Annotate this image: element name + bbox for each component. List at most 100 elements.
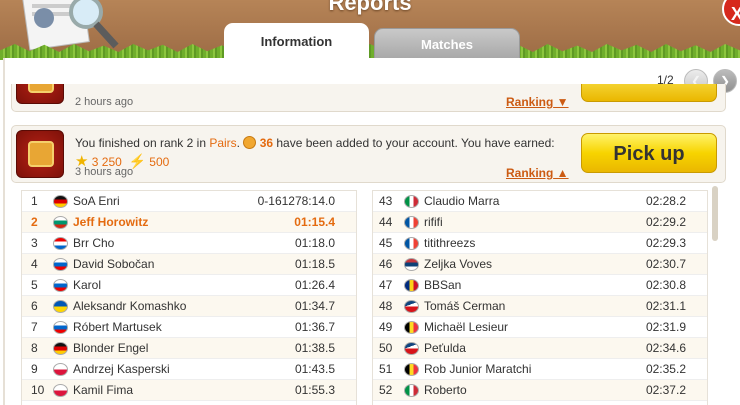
rank-number: 6	[31, 299, 38, 313]
country-flag-icon	[53, 300, 68, 313]
player-score: 02:37.2	[645, 383, 686, 397]
country-flag-icon	[404, 216, 419, 229]
rank-number: 52	[379, 383, 393, 397]
table-row[interactable]: 2 Jeff Horowitz 01:15.4	[22, 212, 356, 233]
country-flag-icon	[53, 258, 68, 271]
table-row[interactable]: 48 Tomáš Cerman 02:31.1	[373, 296, 707, 317]
country-flag-icon	[53, 216, 68, 229]
table-row[interactable]: 52 Roberto 02:37.2	[373, 380, 707, 401]
rank-number: 5	[31, 278, 38, 292]
player-name: Brr Cho	[73, 236, 115, 250]
country-flag-icon	[53, 279, 68, 292]
pick-up-button[interactable]: Pick up	[581, 133, 717, 173]
country-flag-icon	[53, 342, 68, 355]
player-name: Kamil Fima	[73, 383, 134, 397]
player-score: 02:30.7	[645, 257, 686, 271]
player-name: Tomáš Cerman	[424, 299, 506, 313]
country-flag-icon	[53, 384, 68, 397]
player-name: Andrzej Kasperski	[73, 362, 170, 376]
player-name: Jeff Horowitz	[73, 215, 149, 229]
report-message: You finished on rank 2 in Pairs. 36 have…	[75, 136, 555, 150]
player-name: Claudio Marra	[424, 194, 500, 208]
rank-number: 48	[379, 299, 393, 313]
player-score: 02:29.2	[645, 215, 686, 229]
player-score: 02:31.1	[645, 299, 686, 313]
rank-number: 49	[379, 320, 393, 334]
player-score: 02:30.8	[645, 278, 686, 292]
rank-number: 7	[31, 320, 38, 334]
player-score: 01:36.7	[294, 320, 335, 334]
player-name: David Sobočan	[73, 257, 155, 271]
pick-up-button-previous[interactable]	[581, 84, 717, 102]
player-name: Róbert Martusek	[73, 320, 162, 334]
player-score: 01:18.5	[294, 257, 335, 271]
rank-number: 9	[31, 362, 38, 376]
country-flag-icon	[404, 237, 419, 250]
player-name: Michaël Lesieur	[424, 320, 509, 334]
report-card-current: You finished on rank 2 in Pairs. 36 have…	[11, 125, 726, 183]
table-row[interactable]: 45 titithreezs 02:29.3	[373, 233, 707, 254]
ranking-toggle[interactable]: Ranking ▼	[506, 95, 569, 109]
player-score: 02:29.3	[645, 236, 686, 250]
table-row[interactable]: 7 Róbert Martusek 01:36.7	[22, 317, 356, 338]
table-row[interactable]: 43 Claudio Marra 02:28.2	[373, 191, 707, 212]
ranking-table-left: 1 SoA Enri 0-161278:14.0 2 Jeff Horowitz 01:1…	[21, 190, 357, 405]
player-score: 02:28.2	[645, 194, 686, 208]
report-time: 3 hours ago	[75, 166, 134, 178]
country-flag-icon	[404, 300, 419, 313]
rank-number: 4	[31, 257, 38, 271]
player-name: Roberto	[424, 383, 467, 397]
coin-icon	[243, 136, 257, 149]
player-score: 01:18.0	[294, 236, 335, 250]
player-score: 01:15.4	[294, 215, 335, 229]
player-score: 01:34.7	[294, 299, 335, 313]
player-score: 01:26.4	[294, 278, 335, 292]
table-row[interactable]: 1 SoA Enri 0-161278:14.0	[22, 191, 356, 212]
country-flag-icon	[404, 363, 419, 376]
table-row[interactable]: 3 Brr Cho 01:18.0	[22, 233, 356, 254]
ranking-table-right: 43 Claudio Marra 02:28.2 44 rififi 02:29.2 45 t…	[372, 190, 708, 405]
player-score: 02:31.9	[645, 320, 686, 334]
table-row[interactable]: 49 Michaël Lesieur 02:31.9	[373, 317, 707, 338]
rank-number: 47	[379, 278, 393, 292]
country-flag-icon	[53, 195, 68, 208]
table-row[interactable]: 47 BBSan 02:30.8	[373, 275, 707, 296]
rank-number: 3	[31, 236, 38, 250]
player-name: titithreezs	[424, 236, 476, 250]
country-flag-icon	[53, 321, 68, 334]
trophy-badge-icon	[16, 84, 64, 104]
scrollbar[interactable]	[712, 186, 718, 241]
player-score: 02:34.6	[645, 341, 686, 355]
report-time: 2 hours ago	[75, 96, 134, 108]
rank-number: 45	[379, 236, 393, 250]
player-name: BBSan	[424, 278, 462, 292]
page-title: Reports	[328, 0, 412, 15]
player-name: Karol	[73, 278, 102, 292]
table-row[interactable]: 44 rififi 02:29.2	[373, 212, 707, 233]
player-name: Blonder Engel	[73, 341, 149, 355]
player-name: Aleksandr Komashko	[73, 299, 187, 313]
player-score: 01:38.5	[294, 341, 335, 355]
table-row[interactable]: 9 Andrzej Kasperski 01:43.5	[22, 359, 356, 380]
country-flag-icon	[53, 363, 68, 376]
pairs-badge-icon	[16, 130, 64, 178]
close-button[interactable]: X	[722, 0, 740, 26]
player-name: SoA Enri	[73, 194, 120, 208]
table-row[interactable]: 4 David Sobočan 01:18.5	[22, 254, 356, 275]
table-row[interactable]: 6 Aleksandr Komashko 01:34.7	[22, 296, 356, 317]
rank-number: 50	[379, 341, 393, 355]
player-name: rififi	[424, 215, 443, 229]
table-row[interactable]: 8 Blonder Engel 01:38.5	[22, 338, 356, 359]
tab-matches[interactable]: Matches	[374, 28, 520, 59]
rank-number: 1	[31, 194, 38, 208]
table-row[interactable]: 51 Rob Junior Maratchi 02:35.2	[373, 359, 707, 380]
table-row[interactable]: 50 Peťulda 02:34.6	[373, 338, 707, 359]
table-row[interactable]: 10 Kamil Fima 01:55.3	[22, 380, 356, 401]
player-name: Zeljka Voves	[424, 257, 493, 271]
ranking-toggle[interactable]: Ranking ▲	[506, 166, 569, 180]
tab-information[interactable]: Information	[224, 23, 369, 59]
table-row[interactable]: 46 Zeljka Voves 02:30.7	[373, 254, 707, 275]
rank-number: 10	[31, 383, 45, 397]
player-score: 02:35.2	[645, 362, 686, 376]
table-row[interactable]: 5 Karol 01:26.4	[22, 275, 356, 296]
